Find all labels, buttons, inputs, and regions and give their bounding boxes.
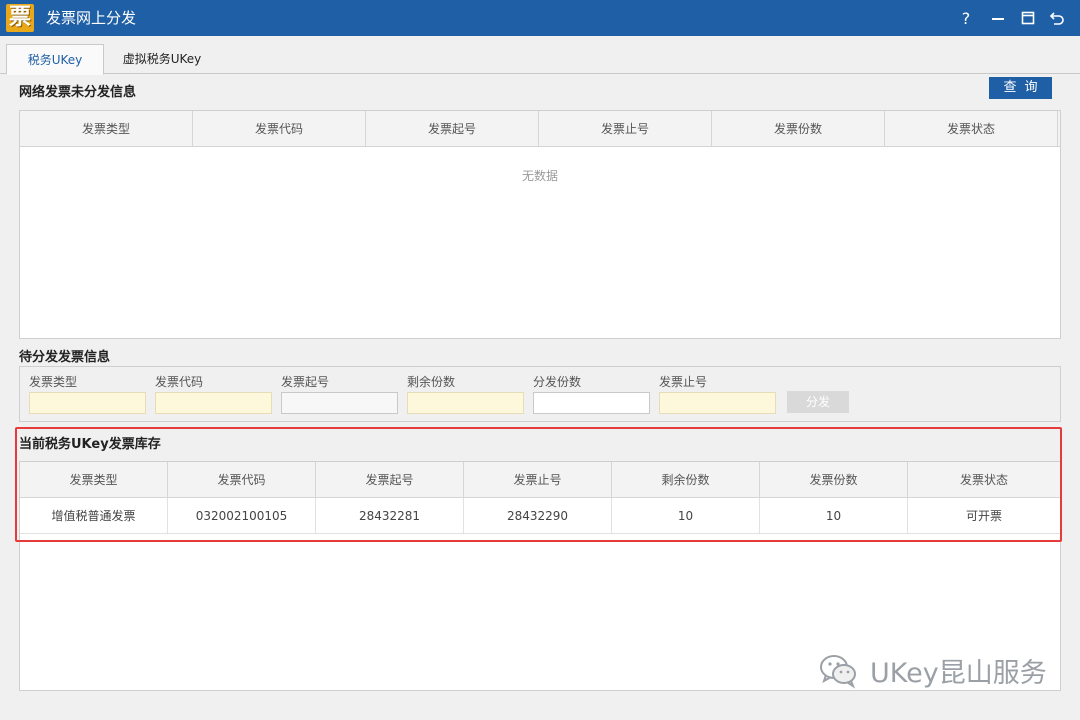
distribute-count-label: 分发份数 <box>533 375 582 389</box>
invoice-code-field[interactable] <box>155 392 272 414</box>
column-header[interactable]: 发票状态 <box>885 111 1058 147</box>
column-header[interactable]: 发票类型 <box>20 111 193 147</box>
remaining-count-field[interactable] <box>407 392 524 414</box>
distribute-count-field[interactable] <box>533 392 650 414</box>
column-header[interactable]: 发票代码 <box>193 111 366 147</box>
window-title: 发票网上分发 <box>46 9 137 27</box>
watermark-text: UKey昆山服务 <box>870 657 1047 689</box>
minimize-icon <box>992 18 1004 20</box>
invoice-type-field[interactable] <box>29 392 146 414</box>
back-button[interactable] <box>1045 6 1069 30</box>
column-header[interactable]: 发票份数 <box>712 111 885 147</box>
undo-icon <box>1049 12 1064 25</box>
title-bar: 票 发票网上分发 ? <box>0 0 1080 36</box>
pending-form-panel: 发票类型 发票代码 发票起号 剩余份数 分发份数 发票止号 分发 <box>19 366 1061 422</box>
wechat-icon <box>820 655 856 689</box>
app-logo: 票 <box>6 4 34 32</box>
end-number-field[interactable] <box>659 392 776 414</box>
window-icon <box>1021 11 1035 25</box>
start-number-label: 发票起号 <box>281 375 330 389</box>
help-button[interactable]: ? <box>954 6 978 30</box>
inventory-highlight-box <box>15 427 1062 542</box>
column-header[interactable]: 发票止号 <box>539 111 712 147</box>
pending-section-title: 待分发发票信息 <box>19 350 111 365</box>
restore-button[interactable] <box>1016 6 1040 30</box>
invoice-code-label: 发票代码 <box>155 375 204 389</box>
help-icon: ? <box>961 8 971 28</box>
empty-state-text: 无数据 <box>521 169 558 183</box>
minimize-button[interactable] <box>986 6 1010 30</box>
network-table-header: 发票类型 发票代码 发票起号 发票止号 发票份数 发票状态 <box>20 111 1060 147</box>
tab-bar: 税务UKey 虚拟税务UKey <box>0 36 1080 75</box>
remaining-count-label: 剩余份数 <box>407 375 456 389</box>
watermark: UKey昆山服务 <box>818 650 1047 690</box>
network-invoice-table: 发票类型 发票代码 发票起号 发票止号 发票份数 发票状态 无数据 <box>19 110 1061 339</box>
invoice-type-label: 发票类型 <box>29 375 78 389</box>
query-button[interactable]: 查询 <box>989 77 1052 99</box>
tab-virtual-tax-ukey[interactable]: 虚拟税务UKey <box>108 44 216 75</box>
network-section-title: 网络发票未分发信息 <box>19 85 137 100</box>
tab-tax-ukey[interactable]: 税务UKey <box>6 44 104 75</box>
end-number-label: 发票止号 <box>659 375 708 389</box>
distribute-button[interactable]: 分发 <box>787 391 849 413</box>
column-header[interactable]: 发票起号 <box>366 111 539 147</box>
start-number-field[interactable] <box>281 392 398 414</box>
